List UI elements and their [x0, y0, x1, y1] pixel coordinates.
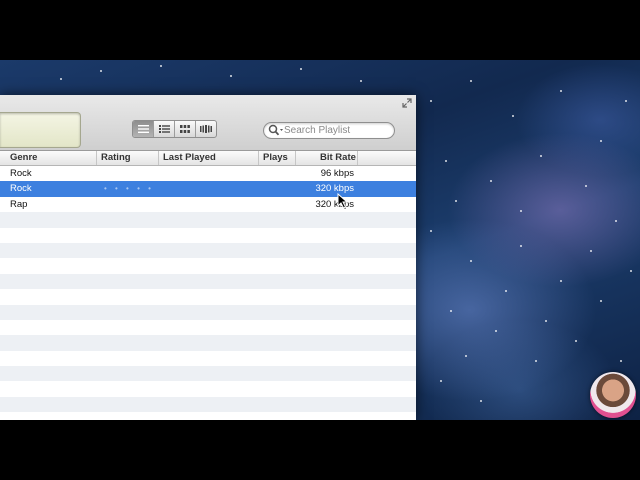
grid-view-button[interactable] [175, 121, 196, 137]
cover-flow-icon [200, 125, 212, 133]
track-list: Rock 96 kbps Rock • • • • • 320 kbps Rap… [0, 166, 416, 420]
cursor-icon [337, 193, 349, 209]
search-field[interactable] [263, 122, 395, 139]
table-row[interactable]: Rock • • • • • 320 kbps [0, 181, 416, 197]
table-row[interactable]: Rap 320 kbps [0, 197, 416, 212]
table-row [0, 351, 416, 366]
column-header-bit-rate[interactable]: Bit Rate [296, 151, 358, 165]
column-header-rating[interactable]: Rating [97, 151, 159, 165]
table-row [0, 304, 416, 320]
search-icon[interactable] [268, 124, 284, 137]
genre-cell: Rap [10, 198, 28, 210]
table-row [0, 228, 416, 243]
table-row[interactable]: Rock 96 kbps [0, 166, 416, 181]
genre-cell: Rock [10, 183, 32, 195]
search-input[interactable] [284, 123, 388, 138]
table-row [0, 366, 416, 382]
table-row [0, 212, 416, 228]
itunes-window: Genre Rating Last Played Plays Bit Rate … [0, 95, 416, 420]
rating-cell[interactable]: • • • • • [104, 181, 154, 196]
list-view-button[interactable] [133, 121, 154, 137]
column-header-genre[interactable]: Genre [6, 151, 97, 165]
toolbar [0, 95, 416, 151]
album-list-view-button[interactable] [154, 121, 175, 137]
bit-rate-cell: 96 kbps [320, 168, 354, 179]
table-row [0, 242, 416, 259]
cover-flow-view-button[interactable] [196, 121, 216, 137]
desktop: Genre Rating Last Played Plays Bit Rate … [0, 60, 640, 420]
table-row [0, 320, 416, 335]
table-row [0, 396, 416, 413]
status-display [0, 112, 81, 148]
table-row [0, 335, 416, 351]
column-header-plays[interactable]: Plays [259, 151, 296, 165]
album-list-icon [158, 125, 170, 133]
grid-view-icon [180, 125, 190, 133]
table-header: Genre Rating Last Played Plays Bit Rate [0, 151, 416, 166]
column-header-last-played[interactable]: Last Played [159, 151, 259, 165]
view-mode-selector [132, 120, 217, 138]
list-view-icon [137, 125, 149, 133]
table-row [0, 258, 416, 273]
avatar [590, 372, 636, 418]
table-row [0, 289, 416, 304]
genre-cell: Rock [10, 168, 32, 179]
table-row [0, 381, 416, 396]
resize-icon[interactable] [402, 98, 412, 108]
table-row [0, 273, 416, 290]
